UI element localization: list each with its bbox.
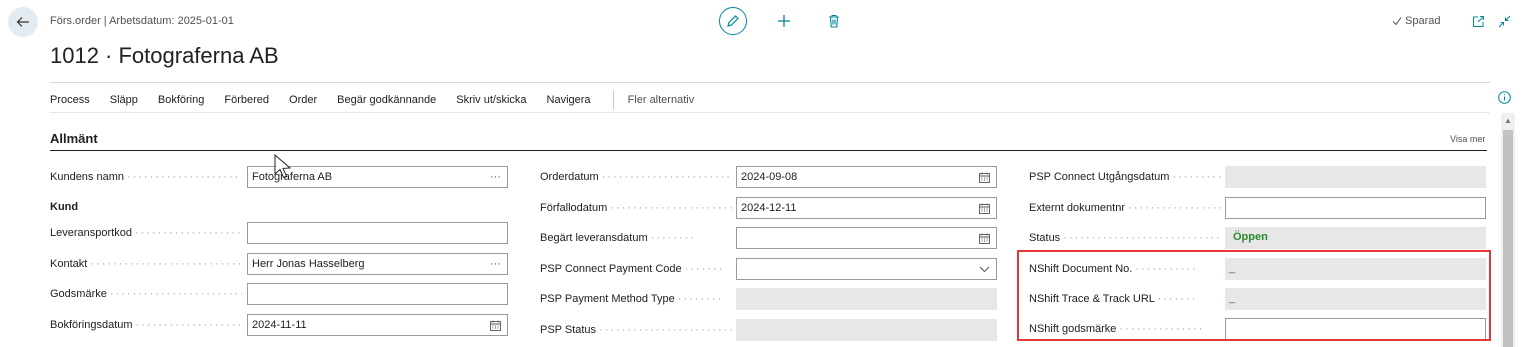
- show-more-link[interactable]: Visa mer: [1450, 134, 1485, 144]
- page-title: 1012 · Fotograferna AB: [50, 43, 279, 68]
- collapse-button[interactable]: [1496, 13, 1512, 29]
- contact-field[interactable]: Herr Jonas Hasselberg ···: [247, 253, 508, 275]
- requested-delivery-date-label: Begärt leveransdatum ········: [540, 232, 696, 244]
- back-button[interactable]: [8, 7, 38, 37]
- psp-expiry-date-label: PSP Connect Utgångsdatum ·········: [1029, 171, 1221, 183]
- section-divider: [50, 150, 1487, 151]
- collapse-icon: [1498, 15, 1510, 27]
- lookup-ellipsis-icon[interactable]: ···: [490, 167, 501, 187]
- status-field: Öppen: [1225, 227, 1486, 249]
- status-label: Status ·································…: [1029, 232, 1221, 244]
- goods-mark-field[interactable]: [247, 283, 508, 305]
- action-separator: [612, 91, 614, 109]
- posting-date-field[interactable]: 2024-11-11: [247, 314, 508, 336]
- lookup-ellipsis-icon[interactable]: ···: [490, 254, 501, 274]
- action-posting[interactable]: Bokföring: [158, 94, 204, 106]
- calendar-icon[interactable]: [490, 315, 501, 335]
- action-prepare[interactable]: Förbered: [224, 94, 269, 106]
- breadcrumb: Förs.order | Arbetsdatum: 2025-01-01: [50, 15, 234, 27]
- action-order[interactable]: Order: [289, 94, 317, 106]
- external-doc-no-label: Externt dokumentnr ···················: [1029, 202, 1221, 214]
- order-date-label: Orderdatum ························: [540, 171, 732, 183]
- goods-mark-label: Godsmärke ······························: [50, 288, 242, 300]
- action-release[interactable]: Släpp: [110, 94, 138, 106]
- delivery-code-field[interactable]: [247, 222, 508, 244]
- mouse-cursor-icon: [274, 153, 294, 183]
- arrow-left-icon: [16, 17, 29, 27]
- check-icon: [1392, 17, 1402, 26]
- info-icon: [1497, 90, 1511, 104]
- customer-name-label: Kundens namn ·····················: [50, 171, 242, 183]
- psp-method-type-label: PSP Payment Method Type ········: [540, 293, 724, 305]
- highlight-box: [1017, 250, 1491, 341]
- contact-label: Kontakt ································…: [50, 258, 242, 270]
- more-options-button[interactable]: Fler alternativ: [628, 94, 695, 106]
- status-value: Öppen: [1233, 231, 1268, 243]
- info-button[interactable]: [1497, 90, 1511, 104]
- action-request-approval[interactable]: Begär godkännande: [337, 94, 436, 106]
- open-in-new-window-icon: [1472, 15, 1484, 27]
- delete-button[interactable]: [825, 12, 843, 30]
- scrollbar-thumb[interactable]: [1503, 130, 1513, 347]
- customer-group-heading: Kund: [50, 201, 79, 213]
- scroll-up-arrow-icon[interactable]: ▲: [1503, 116, 1513, 126]
- external-doc-no-field[interactable]: [1225, 197, 1486, 219]
- edit-button[interactable]: [719, 7, 747, 35]
- action-bar: Process Släpp Bokföring Förbered Order B…: [50, 91, 694, 109]
- psp-payment-code-select[interactable]: [736, 258, 997, 280]
- save-status: Sparad: [1392, 15, 1440, 27]
- posting-date-label: Bokföringsdatum ·····················: [50, 319, 242, 331]
- action-navigate[interactable]: Navigera: [547, 94, 591, 106]
- saved-label: Sparad: [1405, 15, 1441, 27]
- calendar-icon[interactable]: [979, 198, 990, 218]
- psp-payment-code-label: PSP Connect Payment Code ·······: [540, 263, 725, 275]
- psp-expiry-date-field: [1225, 166, 1486, 188]
- calendar-icon[interactable]: [979, 228, 990, 248]
- action-process[interactable]: Process: [50, 94, 90, 106]
- psp-method-type-field: [736, 288, 997, 310]
- calendar-icon[interactable]: [979, 167, 990, 187]
- psp-status-label: PSP Status ·····························…: [540, 324, 732, 336]
- section-title[interactable]: Allmänt: [50, 131, 98, 146]
- pencil-icon: [727, 15, 739, 27]
- trash-icon: [829, 14, 839, 28]
- header-divider: [50, 82, 1490, 83]
- psp-status-field: [736, 319, 997, 341]
- actionbar-divider: [50, 112, 1490, 113]
- new-button[interactable]: [775, 12, 793, 30]
- plus-icon: [778, 15, 790, 27]
- order-date-field[interactable]: 2024-09-08: [736, 166, 997, 188]
- requested-delivery-date-field[interactable]: [736, 227, 997, 249]
- action-print-send[interactable]: Skriv ut/skicka: [456, 94, 526, 106]
- chevron-down-icon[interactable]: [979, 259, 990, 279]
- due-date-label: Förfallodatum ·························: [540, 202, 732, 214]
- open-new-window-button[interactable]: [1470, 13, 1486, 29]
- delivery-code-label: Leveransportkod ·····················: [50, 227, 242, 239]
- due-date-field[interactable]: 2024-12-11: [736, 197, 997, 219]
